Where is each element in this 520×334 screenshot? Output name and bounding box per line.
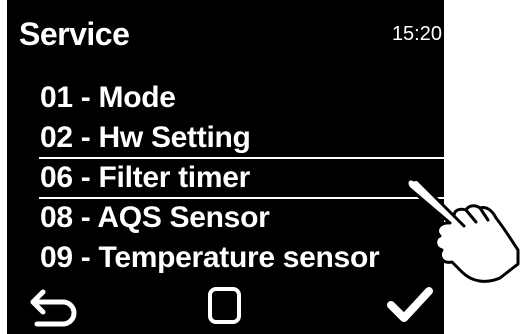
page-title: Service xyxy=(19,16,130,52)
service-menu: 01 - Mode 02 - Hw Setting 06 - Filter ti… xyxy=(7,78,444,278)
back-arrow-icon xyxy=(30,289,77,327)
menu-item-aqs-sensor[interactable]: 08 - AQS Sensor xyxy=(7,198,444,238)
square-icon xyxy=(208,287,241,324)
softkey-bar xyxy=(7,280,444,334)
back-button[interactable] xyxy=(23,280,79,328)
device-screen: Service 15:20 01 - Mode 02 - Hw Setting … xyxy=(7,0,444,334)
menu-item-temperature-sensor[interactable]: 09 - Temperature sensor xyxy=(7,238,444,278)
menu-item-filter-timer[interactable]: 06 - Filter timer xyxy=(7,157,444,199)
menu-item-mode[interactable]: 01 - Mode xyxy=(7,78,444,118)
home-button[interactable] xyxy=(201,280,249,328)
pointing-hand-icon xyxy=(405,177,520,283)
clock: 15:20 xyxy=(391,23,442,45)
menu-item-hw-setting[interactable]: 02 - Hw Setting xyxy=(7,118,444,158)
